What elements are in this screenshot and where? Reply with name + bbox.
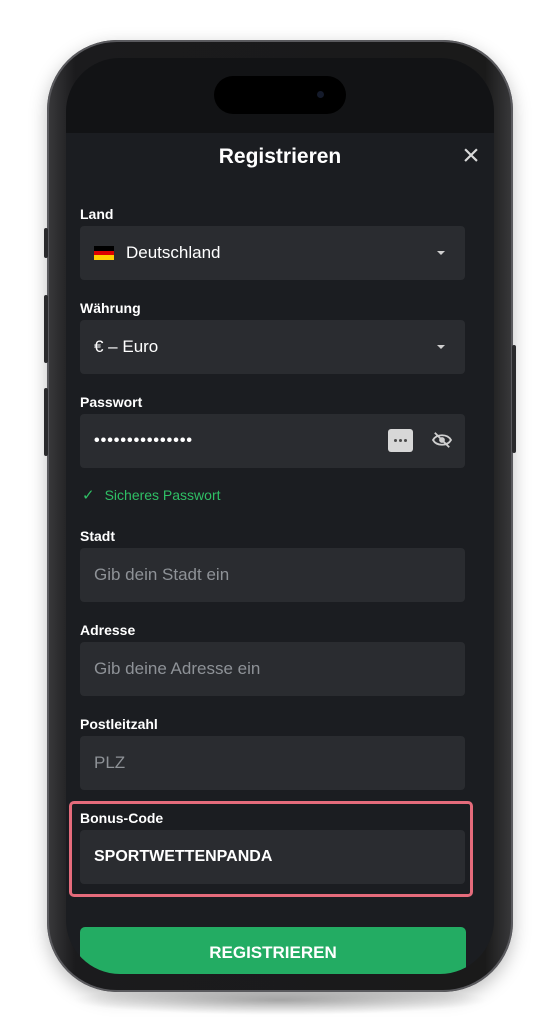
password-label: Passwort: [80, 394, 143, 410]
eye-off-icon[interactable]: [431, 431, 453, 449]
password-value: •••••••••••••••: [94, 432, 194, 449]
city-input[interactable]: Gib dein Stadt ein: [80, 548, 465, 602]
country-value: Deutschland: [126, 243, 221, 262]
password-strength: ✓ Sicheres Passwort: [82, 486, 221, 504]
status-bar: [66, 58, 494, 133]
germany-flag-icon: [94, 246, 114, 261]
currency-label: Währung: [80, 300, 141, 316]
page-title: Registrieren: [218, 145, 342, 168]
volume-down-button: [44, 388, 48, 456]
dynamic-island: [214, 76, 346, 114]
chevron-down-icon: [437, 345, 445, 349]
zip-input[interactable]: PLZ: [80, 736, 465, 790]
address-placeholder: Gib deine Adresse ein: [94, 659, 261, 678]
volume-up-button: [44, 295, 48, 363]
close-icon[interactable]: ×: [454, 139, 488, 173]
bonus-code-label: Bonus-Code: [80, 810, 164, 826]
chevron-down-icon: [437, 251, 445, 255]
country-select[interactable]: Deutschland: [80, 226, 465, 280]
action-button: [44, 228, 48, 258]
currency-value: € – Euro: [94, 337, 159, 356]
bonus-code-value: SPORTWETTENPANDA: [94, 848, 273, 865]
city-placeholder: Gib dein Stadt ein: [94, 565, 230, 584]
city-label: Stadt: [80, 528, 115, 544]
password-strength-text: Sicheres Passwort: [104, 487, 221, 503]
password-field[interactable]: •••••••••••••••: [80, 414, 465, 468]
bonus-code-input[interactable]: SPORTWETTENPANDA: [80, 830, 465, 884]
register-button[interactable]: REGISTRIEREN: [80, 927, 466, 974]
check-icon: ✓: [82, 487, 95, 504]
zip-placeholder: PLZ: [94, 753, 126, 772]
camera-icon: [317, 91, 324, 98]
zip-label: Postleitzahl: [80, 716, 158, 732]
address-input[interactable]: Gib deine Adresse ein: [80, 642, 465, 696]
power-button: [512, 345, 516, 453]
address-label: Adresse: [80, 622, 136, 638]
modal-header: Registrieren ×: [66, 133, 494, 183]
country-label: Land: [80, 206, 114, 222]
password-manager-icon[interactable]: [388, 429, 413, 452]
currency-select[interactable]: € – Euro: [80, 320, 465, 374]
phone-screen: Registrieren × Land Deutschland Währung …: [66, 58, 494, 974]
